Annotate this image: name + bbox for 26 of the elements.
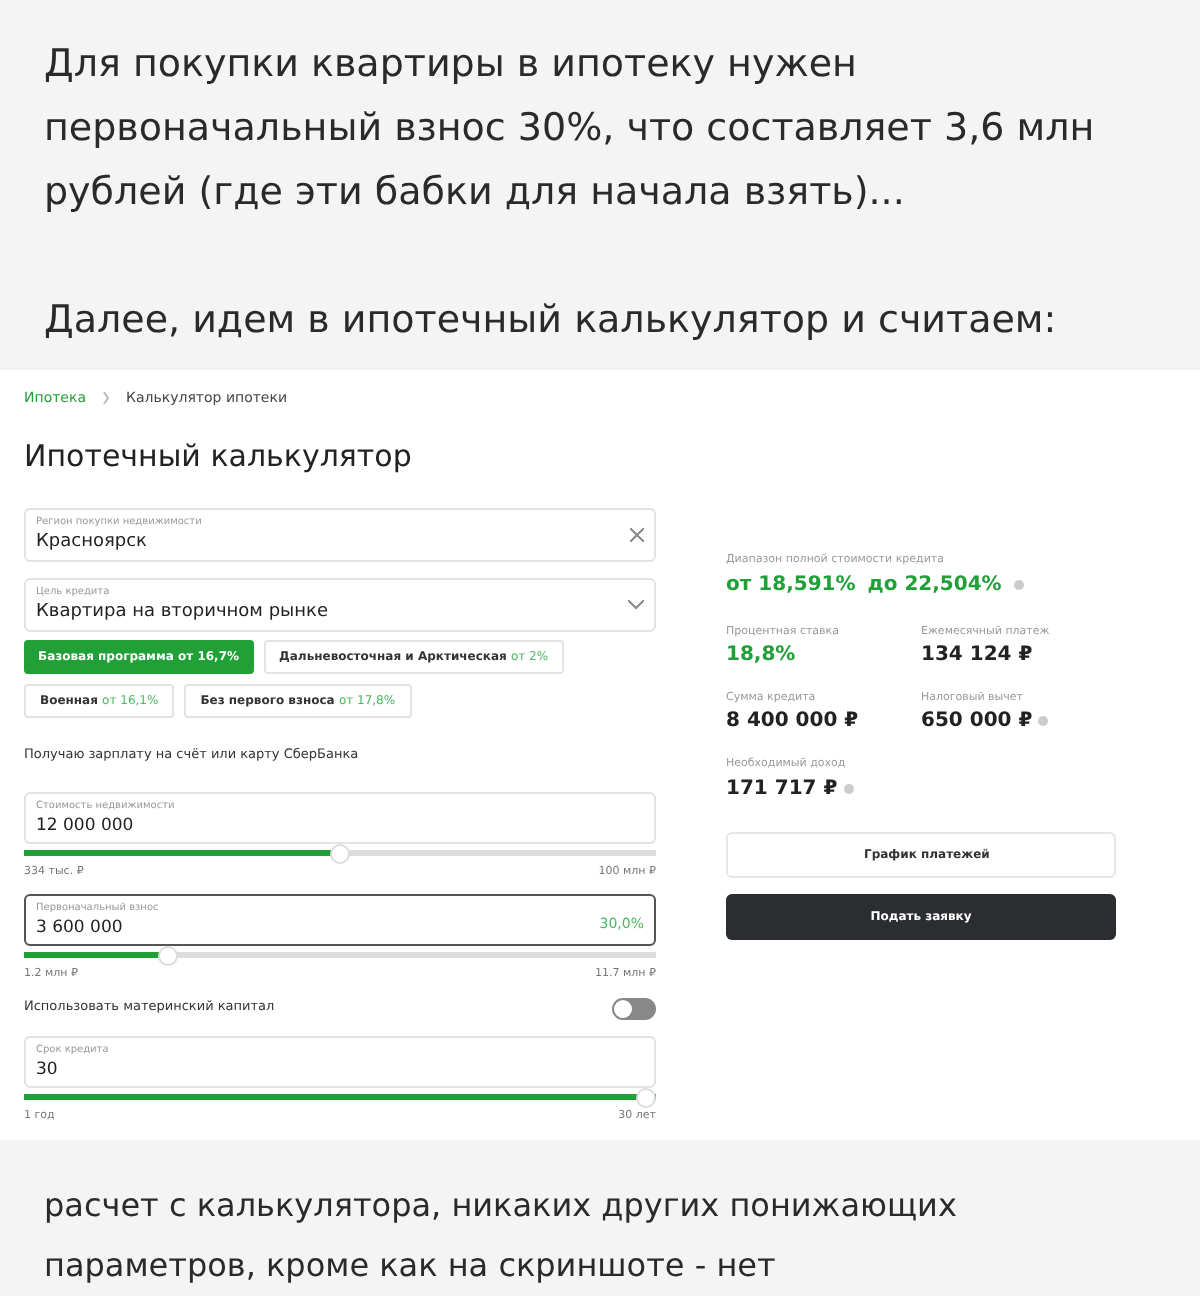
result-value: 650 000 ₽ xyxy=(921,708,1033,737)
field-value: Квартира на вторичном рынке xyxy=(36,599,329,623)
close-icon[interactable] xyxy=(630,527,644,541)
result-value: 18,8% xyxy=(726,642,796,670)
chevron-icon xyxy=(102,392,110,404)
field-value: 12 000 000 xyxy=(36,814,136,839)
result-value: от 18,591% xyxy=(726,571,856,600)
page-title: Ипотечный калькулятор xyxy=(24,436,414,478)
toggle-switch[interactable] xyxy=(612,997,656,1020)
slider-track[interactable] xyxy=(24,945,656,965)
result-value: 171 717 ₽ xyxy=(726,775,838,803)
result-value: 134 124 ₽ xyxy=(921,642,1033,670)
post-text: Для покупки квартиры в ипотеку нужен первоначальный взнос 30%, что составляет 3,6 млн рублей (где эти бабки для начала взять)... xyxy=(44,40,1097,218)
result-value: 8 400 000 ₽ xyxy=(726,708,859,737)
chevron-down-icon[interactable] xyxy=(628,599,644,609)
slider-thumb[interactable] xyxy=(158,945,179,965)
slider-thumb[interactable] xyxy=(330,844,350,865)
post-text: Далее, идем в ипотечный калькулятор и считаем: xyxy=(44,296,1059,346)
field-value: 30 xyxy=(36,1057,60,1082)
slider-track[interactable] xyxy=(24,1087,656,1108)
slider-thumb[interactable] xyxy=(636,1087,656,1108)
result-value: до 22,504% xyxy=(867,571,1002,600)
post-text: расчет с калькулятора, никаких других понижающих параметров, кроме как на скриншоте - нет xyxy=(44,1184,959,1288)
field-value: Красноярск xyxy=(36,529,149,553)
field-value: 3 600 000 xyxy=(36,915,125,939)
slider-track[interactable] xyxy=(24,844,656,865)
